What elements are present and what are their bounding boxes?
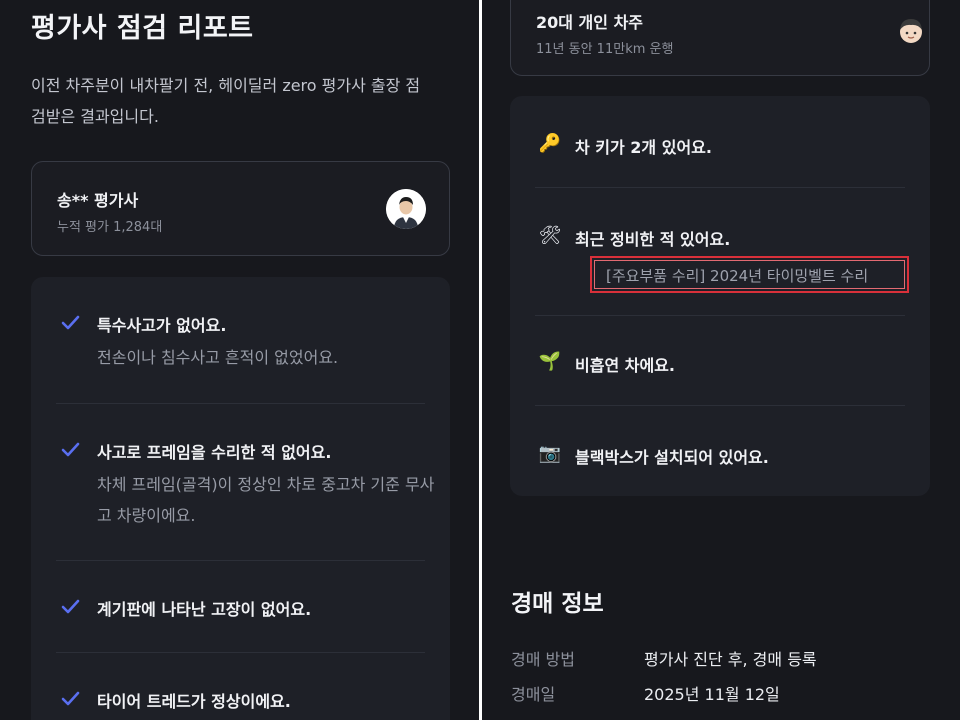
inspector-card[interactable]: 송** 평가사 누적 평가 1,284대: [31, 161, 450, 256]
check-item-desc: 전손이나 침수사고 흔적이 없었어요.: [97, 348, 339, 367]
feature-title: 블랙박스가 설치되어 있어요.: [575, 448, 769, 467]
divider: [535, 187, 905, 188]
check-item-title: 사고로 프레임을 수리한 적 없어요.: [97, 443, 332, 462]
inspector-stat: 누적 평가 1,284대: [57, 220, 163, 235]
owner-title: 20대 개인 차주: [536, 13, 644, 32]
auction-section-title: 경매 정보: [511, 591, 604, 617]
divider: [56, 560, 425, 561]
divider: [535, 315, 905, 316]
check-icon: [61, 315, 80, 330]
feature-title: 차 키가 2개 있어요.: [575, 138, 712, 157]
owner-sub: 11년 동안 11만km 운행: [536, 42, 674, 57]
inspector-avatar: [386, 189, 426, 229]
maintenance-detail-highlight: [주요부품 수리] 2024년 타이밍벨트 수리: [590, 256, 909, 293]
feature-title: 비흡연 차에요.: [575, 356, 675, 375]
divider: [535, 405, 905, 406]
tools-icon: 🛠: [538, 224, 562, 246]
divider: [56, 652, 425, 653]
check-list: 특수사고가 없어요. 전손이나 침수사고 흔적이 없었어요. 사고로 프레임을 …: [31, 277, 450, 720]
left-panel: 평가사 점검 리포트 이전 차주분이 내차팔기 전, 헤이딜러 zero 평가사…: [0, 0, 479, 720]
auction-date-value: 2025년 11월 12일: [644, 685, 780, 704]
key-icon: 🔑: [538, 132, 562, 154]
person-icon: [895, 15, 927, 47]
check-item-desc: 차체 프레임(골격)이 정상인 차로 중고차 기준 무사고 차량이에요.: [97, 475, 435, 525]
check-item-title: 특수사고가 없어요.: [97, 316, 227, 335]
owner-card[interactable]: 20대 개인 차주 11년 동안 11만km 운행: [510, 0, 930, 76]
seedling-icon: 🌱: [538, 350, 562, 372]
check-icon: [61, 691, 80, 706]
feature-list: 🔑 차 키가 2개 있어요. 🛠 최근 정비한 적 있어요. [주요부품 수리]…: [510, 96, 930, 496]
feature-title: 최근 정비한 적 있어요.: [575, 230, 731, 249]
check-icon: [61, 442, 80, 457]
maintenance-detail: [주요부품 수리] 2024년 타이밍벨트 수리: [606, 267, 869, 285]
intro-text: 이전 차주분이 내차팔기 전, 헤이딜러 zero 평가사 출장 점검받은 결과…: [31, 76, 421, 126]
divider: [56, 403, 425, 404]
page-title: 평가사 점검 리포트: [31, 13, 254, 44]
auction-method-label: 경매 방법: [511, 650, 575, 669]
right-panel: 20대 개인 차주 11년 동안 11만km 운행 🔑 차 키가 2개 있어요.…: [482, 0, 960, 720]
check-item-title: 타이어 트레드가 정상이에요.: [97, 692, 291, 711]
inspector-name: 송** 평가사: [57, 191, 139, 210]
check-icon: [61, 599, 80, 614]
auction-date-label: 경매일: [511, 685, 556, 704]
auction-method-value: 평가사 진단 후, 경매 등록: [644, 650, 817, 669]
camera-icon: 📷: [538, 442, 562, 464]
check-item-title: 계기판에 나타난 고장이 없어요.: [97, 600, 312, 619]
